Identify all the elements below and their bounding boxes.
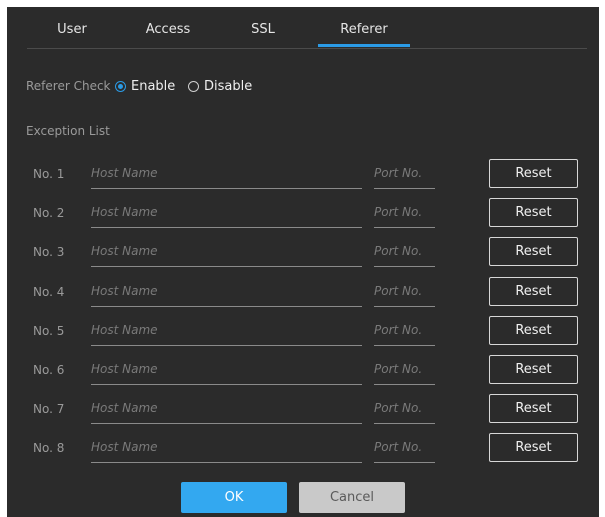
port-number-field[interactable]: Port No. bbox=[374, 202, 435, 229]
reset-button[interactable]: Reset bbox=[489, 433, 578, 463]
reset-button[interactable]: Reset bbox=[489, 276, 578, 306]
enable-radio[interactable]: Enable bbox=[115, 79, 175, 94]
port-number-field[interactable]: Port No. bbox=[374, 359, 435, 385]
cancel-button[interactable]: Cancel bbox=[299, 482, 405, 513]
port-number-field[interactable]: Port No. bbox=[374, 163, 435, 189]
reset-button[interactable]: Reset bbox=[489, 237, 578, 267]
ok-button[interactable]: OK bbox=[181, 482, 287, 513]
exception-row: No. 1 Host Name Port No. Reset bbox=[7, 155, 599, 195]
host-name-field[interactable]: Host Name bbox=[91, 398, 362, 425]
exception-row: No. 5 Host Name Port No. Reset bbox=[7, 312, 599, 352]
row-number: No. 8 bbox=[33, 441, 65, 456]
reset-button[interactable]: Reset bbox=[489, 355, 578, 384]
host-name-field[interactable]: Host Name bbox=[91, 202, 362, 229]
exception-list-label: Exception List bbox=[26, 124, 110, 138]
radio-unselected-icon bbox=[188, 81, 199, 92]
reset-button[interactable]: Reset bbox=[489, 394, 578, 424]
row-number: No. 5 bbox=[33, 323, 65, 338]
exception-row: No. 4 Host Name Port No. Reset bbox=[7, 273, 599, 313]
row-number: No. 2 bbox=[33, 206, 65, 221]
reset-button[interactable]: Reset bbox=[489, 315, 578, 345]
exception-row: No. 7 Host Name Port No. Reset bbox=[7, 390, 599, 430]
port-number-field[interactable]: Port No. bbox=[374, 398, 435, 425]
referer-check-label: Referer Check bbox=[26, 79, 111, 93]
row-number: No. 1 bbox=[33, 167, 65, 181]
radio-selected-icon bbox=[115, 81, 126, 92]
port-number-field[interactable]: Port No. bbox=[374, 241, 435, 268]
port-number-field[interactable]: Port No. bbox=[374, 320, 435, 346]
host-name-field[interactable]: Host Name bbox=[91, 437, 362, 464]
host-name-field[interactable]: Host Name bbox=[91, 320, 362, 346]
row-number: No. 7 bbox=[33, 402, 65, 417]
disable-radio[interactable]: Disable bbox=[188, 79, 252, 94]
row-number: No. 3 bbox=[33, 245, 65, 260]
host-name-field[interactable]: Host Name bbox=[91, 241, 362, 268]
row-number: No. 6 bbox=[33, 363, 65, 377]
tab-user[interactable]: User bbox=[32, 16, 112, 44]
tab-ssl[interactable]: SSL bbox=[223, 16, 303, 44]
host-name-field[interactable]: Host Name bbox=[91, 281, 362, 307]
exception-row: No. 3 Host Name Port No. Reset bbox=[7, 233, 599, 273]
exception-row: No. 6 Host Name Port No. Reset bbox=[7, 351, 599, 391]
row-number: No. 4 bbox=[33, 284, 65, 299]
exception-row: No. 2 Host Name Port No. Reset bbox=[7, 194, 599, 234]
port-number-field[interactable]: Port No. bbox=[374, 281, 435, 307]
settings-panel: User Access SSL Referer Referer Check En… bbox=[7, 7, 599, 517]
port-number-field[interactable]: Port No. bbox=[374, 437, 435, 464]
host-name-field[interactable]: Host Name bbox=[91, 163, 362, 189]
host-name-field[interactable]: Host Name bbox=[91, 359, 362, 385]
reset-button[interactable]: Reset bbox=[489, 198, 578, 228]
disable-radio-label: Disable bbox=[204, 79, 253, 94]
tab-bar: User Access SSL Referer bbox=[27, 16, 587, 49]
tab-referer[interactable]: Referer bbox=[318, 16, 410, 47]
tab-access[interactable]: Access bbox=[128, 16, 208, 44]
enable-radio-label: Enable bbox=[131, 79, 176, 94]
reset-button[interactable]: Reset bbox=[489, 159, 578, 188]
exception-row: No. 8 Host Name Port No. Reset bbox=[7, 429, 599, 469]
